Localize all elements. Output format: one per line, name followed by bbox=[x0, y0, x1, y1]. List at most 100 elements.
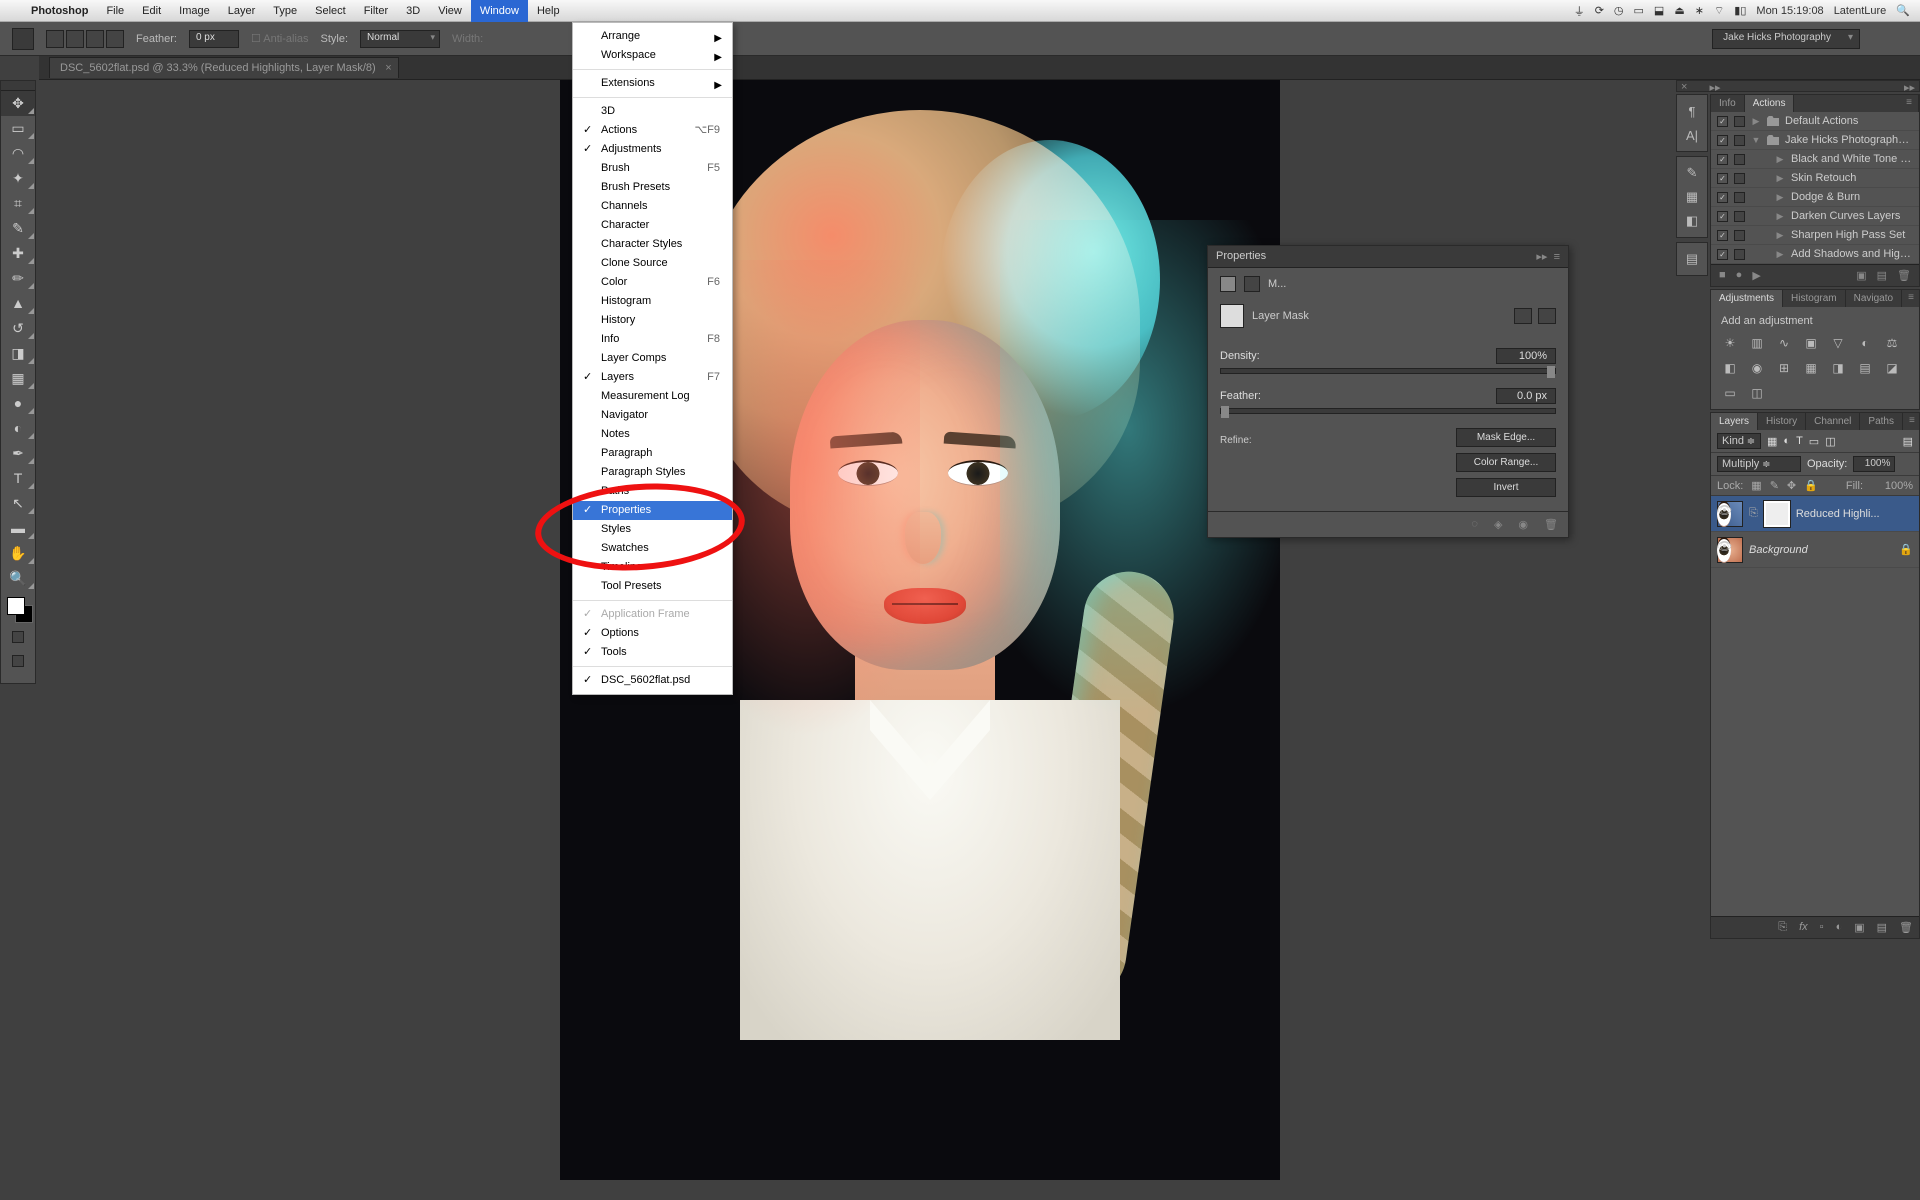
tab-channels[interactable]: Channel bbox=[1806, 413, 1860, 430]
path-select-tool[interactable]: ↖ bbox=[1, 491, 35, 516]
menu-image[interactable]: Image bbox=[170, 0, 219, 22]
mi-adjustments[interactable]: ✓Adjustments bbox=[573, 140, 732, 159]
visibility-icon[interactable]: 👁 bbox=[1717, 537, 1731, 563]
lock-pixels-icon[interactable]: ✎ bbox=[1770, 479, 1779, 492]
mi-3d[interactable]: 3D bbox=[573, 102, 732, 121]
quickmask-toggle[interactable] bbox=[1, 631, 35, 651]
eraser-tool[interactable]: ◨ bbox=[1, 341, 35, 366]
tab-paths[interactable]: Paths bbox=[1860, 413, 1903, 430]
opacity-input[interactable]: 100% bbox=[1853, 456, 1895, 472]
menu-edit[interactable]: Edit bbox=[133, 0, 170, 22]
action-set-default[interactable]: ✓▶Default Actions bbox=[1711, 112, 1919, 131]
bw-icon[interactable]: ◧ bbox=[1721, 360, 1739, 376]
timemachine-icon[interactable]: ◷ bbox=[1614, 4, 1624, 17]
threshold-icon[interactable]: ◪ bbox=[1883, 360, 1901, 376]
character-panel-icon[interactable]: ¶ bbox=[1677, 99, 1707, 123]
menu-3d[interactable]: 3D bbox=[397, 0, 429, 22]
gradient-tool[interactable]: ▦ bbox=[1, 366, 35, 391]
invert-adj-icon[interactable]: ◨ bbox=[1829, 360, 1847, 376]
selective-color-icon[interactable]: ◫ bbox=[1748, 385, 1766, 401]
eyedropper-tool[interactable]: ✎ bbox=[1, 216, 35, 241]
action-item[interactable]: ✓▶Add Shadows and Highli... bbox=[1711, 245, 1919, 264]
exposure-icon[interactable]: ▣ bbox=[1802, 335, 1820, 351]
username[interactable]: LatentLure bbox=[1834, 5, 1887, 17]
battery-icon[interactable]: ▮▯ bbox=[1734, 4, 1746, 17]
mi-arrange[interactable]: Arrange▶ bbox=[573, 27, 732, 46]
paragraph-panel-icon[interactable]: A| bbox=[1677, 123, 1707, 147]
tab-adjustments[interactable]: Adjustments bbox=[1711, 290, 1783, 307]
zoom-tool[interactable]: 🔍 bbox=[1, 566, 35, 591]
dodge-tool[interactable]: ◐ bbox=[1, 416, 35, 441]
delete-mask-icon[interactable]: 🗑 bbox=[1544, 518, 1558, 531]
selection-new-button[interactable] bbox=[46, 30, 64, 48]
filter-adjust-icon[interactable]: ◐ bbox=[1783, 435, 1790, 447]
disable-mask-icon[interactable]: ◉ bbox=[1518, 518, 1528, 531]
add-mask-icon[interactable]: ▫ bbox=[1820, 921, 1824, 934]
type-tool[interactable]: T bbox=[1, 466, 35, 491]
menu-file[interactable]: File bbox=[97, 0, 133, 22]
filter-toggle[interactable]: ▤ bbox=[1903, 435, 1913, 448]
mi-layers[interactable]: ✓LayersF7 bbox=[573, 368, 732, 387]
delete-layer-icon[interactable]: 🗑 bbox=[1899, 921, 1913, 934]
mask-feather-slider[interactable] bbox=[1220, 408, 1556, 414]
action-set-jake[interactable]: ✓▼Jake Hicks Photography ... bbox=[1711, 131, 1919, 150]
actions-panel-menu-icon[interactable]: ≡ bbox=[1900, 95, 1919, 112]
mi-styles[interactable]: Styles bbox=[573, 520, 732, 539]
filter-type-icon[interactable]: T bbox=[1796, 435, 1803, 447]
spotlight-icon[interactable]: 🔍 bbox=[1896, 4, 1910, 17]
adjustments-panel-menu-icon[interactable]: ≡ bbox=[1902, 290, 1920, 307]
play-icon[interactable]: ▶ bbox=[1752, 269, 1760, 282]
invert-button[interactable]: Invert bbox=[1456, 478, 1556, 497]
action-item[interactable]: ✓▶Black and White Tone Pr... bbox=[1711, 150, 1919, 169]
layer-name[interactable]: Background bbox=[1749, 544, 1808, 556]
active-tool-icon[interactable] bbox=[12, 28, 34, 50]
mask-feather-input[interactable]: 0.0 px bbox=[1496, 388, 1556, 404]
mi-character[interactable]: Character bbox=[573, 216, 732, 235]
mi-notes[interactable]: Notes bbox=[573, 425, 732, 444]
fx-icon[interactable]: fx bbox=[1799, 921, 1808, 934]
menu-view[interactable]: View bbox=[429, 0, 471, 22]
menu-help[interactable]: Help bbox=[528, 0, 569, 22]
lock-position-icon[interactable]: ✥ bbox=[1787, 479, 1796, 492]
mi-workspace[interactable]: Workspace▶ bbox=[573, 46, 732, 65]
mi-timeline[interactable]: Timeline bbox=[573, 558, 732, 577]
mi-properties[interactable]: ✓Properties bbox=[573, 501, 732, 520]
new-layer-icon[interactable]: ▤ bbox=[1877, 921, 1887, 934]
airport-icon[interactable]: ⌔ bbox=[1714, 4, 1724, 18]
tab-histogram[interactable]: Histogram bbox=[1783, 290, 1846, 307]
action-item[interactable]: ✓▶Skin Retouch bbox=[1711, 169, 1919, 188]
layer-row-1[interactable]: 👁 ⎘ Reduced Highli... bbox=[1711, 496, 1919, 532]
shape-tool[interactable]: ▬ bbox=[1, 516, 35, 541]
new-action-icon[interactable]: ▤ bbox=[1877, 269, 1887, 282]
visibility-icon[interactable]: 👁 bbox=[1717, 501, 1731, 527]
levels-icon[interactable]: ▥ bbox=[1748, 335, 1766, 351]
brightness-icon[interactable]: ☀ bbox=[1721, 335, 1739, 351]
swatches-panel-icon[interactable]: ▦ bbox=[1677, 185, 1707, 209]
antialias-checkbox[interactable]: ☐ Anti-alias bbox=[251, 32, 309, 45]
color-swatches[interactable] bbox=[1, 595, 35, 627]
record-icon[interactable]: ● bbox=[1736, 269, 1743, 282]
fg-color-swatch[interactable] bbox=[7, 597, 25, 615]
collapse-dock-icon[interactable]: ▸▸ bbox=[1900, 81, 1919, 91]
hand-tool[interactable]: ✋ bbox=[1, 541, 35, 566]
menu-layer[interactable]: Layer bbox=[219, 0, 265, 22]
hue-icon[interactable]: ◐ bbox=[1856, 335, 1874, 351]
mask-icon[interactable] bbox=[1220, 276, 1236, 292]
lock-transparent-icon[interactable]: ▦ bbox=[1751, 479, 1761, 492]
curves-icon[interactable]: ∿ bbox=[1775, 335, 1793, 351]
mi-paths[interactable]: Paths bbox=[573, 482, 732, 501]
libraries-panel-icon[interactable]: ▤ bbox=[1677, 247, 1707, 271]
panel-menu-icon[interactable]: ≡ bbox=[1554, 251, 1560, 263]
mi-clone-source[interactable]: Clone Source bbox=[573, 254, 732, 273]
mi-paragraph-styles[interactable]: Paragraph Styles bbox=[573, 463, 732, 482]
selection-intersect-button[interactable] bbox=[106, 30, 124, 48]
mi-tool-presets[interactable]: Tool Presets bbox=[573, 577, 732, 596]
clock[interactable]: Mon 15:19:08 bbox=[1756, 5, 1823, 17]
colorbalance-icon[interactable]: ⚖ bbox=[1883, 335, 1901, 351]
link-icon[interactable]: ⎘ bbox=[1749, 507, 1758, 520]
lock-all-icon[interactable]: 🔒 bbox=[1804, 479, 1818, 492]
tab-history[interactable]: History bbox=[1758, 413, 1806, 430]
mi-swatches[interactable]: Swatches bbox=[573, 539, 732, 558]
posterize-icon[interactable]: ▤ bbox=[1856, 360, 1874, 376]
filter-smart-icon[interactable]: ◫ bbox=[1825, 435, 1835, 448]
